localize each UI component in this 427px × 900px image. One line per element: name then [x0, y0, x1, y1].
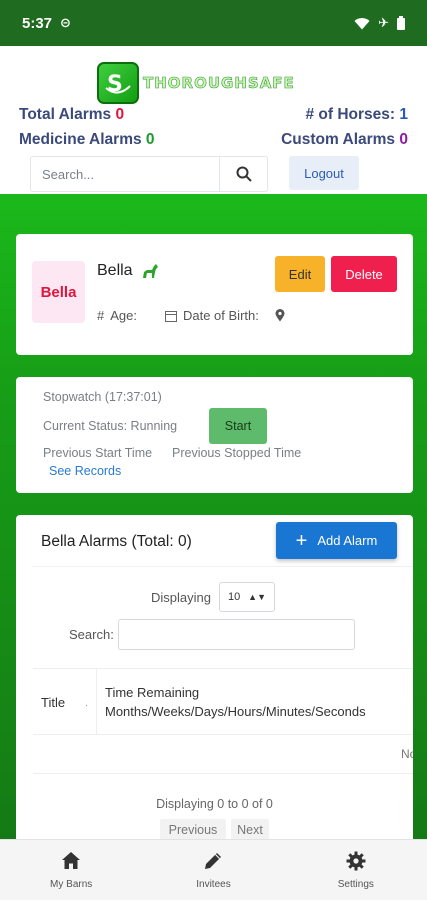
location-pin-icon — [275, 309, 285, 322]
sort-icon: ⋅ — [85, 701, 89, 712]
custom-alarms-value: 0 — [399, 131, 408, 148]
search-button[interactable] — [219, 157, 267, 191]
status-time: 5:37 — [22, 14, 53, 32]
stopwatch-status: Current Status: Running — [43, 419, 178, 433]
alarms-card: Bella Alarms (Total: 0) + Add Alarm Disp… — [16, 515, 413, 845]
previous-start-time: Previous Start Time — [43, 446, 153, 460]
see-records-link[interactable]: See Records — [49, 464, 121, 478]
search-icon — [236, 166, 252, 182]
delete-horse-button[interactable]: Delete — [331, 256, 397, 292]
app-header: S THOROUGHSAFE Total Alarms 0 # of Horse… — [0, 46, 427, 194]
main-content[interactable]: Bella Bella # Age: Date of Birth: Edit D… — [0, 194, 427, 845]
no-data-text: No — [401, 747, 413, 761]
clock-circle-icon: ⊝ — [60, 15, 71, 30]
gear-icon — [346, 851, 366, 871]
next-page-button[interactable]: Next — [231, 819, 269, 841]
logo-horse-icon: S — [105, 72, 131, 97]
column-title-label: Title — [41, 695, 66, 710]
app-logo: S THOROUGHSAFE — [97, 62, 295, 104]
custom-alarms-stat: Custom Alarms 0 — [281, 131, 408, 149]
nav-my-barns[interactable]: My Barns — [0, 840, 142, 900]
status-bar: 5:37 ⊝ ✈ — [0, 0, 427, 46]
nav-invitees[interactable]: Invitees — [142, 840, 284, 900]
search-input[interactable] — [31, 157, 219, 191]
column-header-time-remaining[interactable]: Time Remaining Months/Weeks/Days/Hours/Mi… — [97, 669, 413, 735]
alarm-search-row: Search: — [69, 619, 355, 650]
logo-mark: S — [97, 62, 139, 104]
edit-horse-button[interactable]: Edit — [275, 256, 325, 292]
stopwatch-title: Stopwatch (17:37:01) — [43, 390, 162, 404]
alarms-title: Bella Alarms (Total: 0) — [41, 533, 192, 550]
horse-avatar[interactable]: Bella — [32, 261, 85, 323]
calendar-icon — [164, 310, 177, 322]
nav-settings[interactable]: Settings — [285, 840, 427, 900]
horse-name-row: Bella — [97, 262, 159, 280]
total-alarms-value: 0 — [115, 106, 125, 123]
paging-info: Displaying 0 to 0 of 0 — [156, 797, 273, 811]
custom-alarms-label: Custom Alarms — [281, 131, 396, 148]
medicine-alarms-label: Medicine Alarms — [19, 131, 142, 148]
page-size-value: 10 — [227, 591, 241, 603]
add-alarm-button[interactable]: + Add Alarm — [276, 522, 397, 559]
pencil-icon — [205, 853, 222, 869]
bottom-navigation: My Barns Invitees Settings — [0, 839, 427, 900]
medicine-alarms-stat: Medicine Alarms 0 — [19, 131, 155, 149]
start-button[interactable]: Start — [209, 408, 267, 444]
wifi-icon — [354, 17, 370, 29]
alarm-search-input[interactable] — [117, 619, 355, 650]
logo-text: THOROUGHSAFE — [143, 74, 295, 93]
alarm-search-label: Search: — [69, 627, 114, 642]
home-icon — [62, 852, 81, 869]
header-search — [30, 156, 268, 192]
stopwatch-card: Stopwatch (17:37:01) Current Status: Run… — [16, 377, 413, 493]
sort-arrows-icon: ▲▼ — [248, 592, 266, 602]
battery-icon — [397, 16, 405, 30]
previous-stopped-time: Previous Stopped Time — [172, 446, 302, 460]
total-alarms-label: Total Alarms — [19, 106, 112, 123]
horse-meta: # Age: Date of Birth: — [97, 308, 285, 323]
hash-icon: # — [97, 308, 105, 323]
displaying-label: Displaying — [151, 589, 211, 605]
column-time-label: Time Remaining Months/Weeks/Days/Hours/Mi… — [105, 685, 366, 719]
table-bottom-border — [33, 773, 413, 774]
divider — [32, 566, 413, 567]
horse-card: Bella Bella # Age: Date of Birth: Edit D… — [16, 234, 413, 355]
page-size-select[interactable]: 10 ▲▼ — [218, 582, 275, 612]
column-header-title[interactable]: Title ⋅ — [33, 669, 97, 735]
add-alarm-label: Add Alarm — [317, 533, 378, 548]
horses-count-stat: # of Horses: 1 — [305, 106, 408, 124]
plus-icon: + — [295, 529, 308, 552]
dob-label: Date of Birth: — [182, 308, 259, 323]
horse-name: Bella — [97, 262, 133, 279]
age-label: Age: — [110, 308, 137, 323]
page-size-row: Displaying 10 ▲▼ — [151, 582, 275, 612]
airplane-icon: ✈ — [378, 15, 389, 30]
medicine-alarms-value: 0 — [145, 131, 155, 148]
status-icons: ✈ — [354, 15, 405, 31]
nav-label-my-barns: My Barns — [50, 879, 93, 890]
horses-count-value: 1 — [399, 106, 408, 123]
total-alarms-stat: Total Alarms 0 — [19, 106, 124, 124]
logout-button[interactable]: Logout — [289, 156, 359, 190]
nav-label-invitees: Invitees — [196, 879, 231, 890]
alarms-table: Title ⋅ Time Remaining Months/Weeks/Days/… — [33, 668, 413, 774]
horse-icon — [142, 264, 158, 278]
horses-count-label: # of Horses: — [305, 106, 396, 123]
previous-page-button[interactable]: Previous — [160, 819, 226, 841]
nav-label-settings: Settings — [337, 879, 374, 890]
